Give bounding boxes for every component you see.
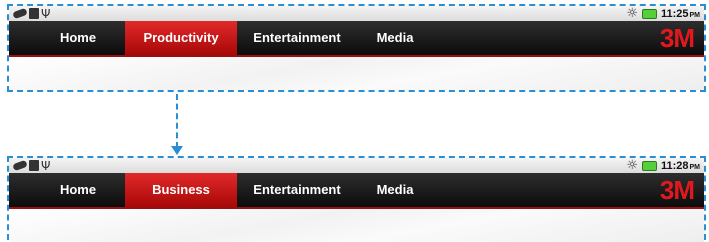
clock-ampm: PM: [689, 11, 701, 19]
sd-card-icon: [29, 160, 39, 171]
usb-device-icon: [12, 159, 28, 172]
sd-card-icon: [29, 8, 39, 19]
nav-item-entertainment[interactable]: Entertainment: [245, 21, 349, 55]
clock-time: 11:25: [660, 7, 689, 20]
battery-icon: [641, 160, 657, 171]
clock-ampm: PM: [689, 163, 701, 171]
nav-item-media[interactable]: Media: [369, 173, 421, 207]
brightness-icon: ☼: [626, 158, 638, 173]
clock: 11:25PM: [661, 8, 700, 20]
clock-time: 11:28: [660, 159, 689, 172]
screen-before: Ψ ☼ 11:25PM Home Productivity Entertainm…: [7, 4, 706, 92]
screen-after: Ψ ☼ 11:28PM Home Business Entertainment …: [7, 156, 706, 242]
nav-item-home[interactable]: Home: [39, 173, 117, 207]
status-bar: Ψ ☼ 11:28PM: [9, 158, 704, 173]
nav-item-business[interactable]: Business: [125, 173, 237, 207]
usb-device-icon: [12, 7, 28, 20]
nav-item-entertainment[interactable]: Entertainment: [245, 173, 349, 207]
status-bar: Ψ ☼ 11:25PM: [9, 6, 704, 21]
usb-icon: Ψ: [41, 6, 51, 21]
nav-bar: Home Productivity Entertainment Media 3M: [9, 21, 704, 55]
content-background: [9, 209, 704, 242]
arrow-down-icon: [171, 146, 183, 155]
content-background: [9, 57, 704, 90]
nav-item-media[interactable]: Media: [369, 21, 421, 55]
brightness-icon: ☼: [626, 6, 638, 21]
3m-logo: 3M: [659, 175, 695, 205]
nav-bar: Home Business Entertainment Media 3M: [9, 173, 704, 207]
3m-logo: 3M: [659, 23, 695, 53]
battery-icon: [641, 8, 657, 19]
nav-item-home[interactable]: Home: [39, 21, 117, 55]
nav-item-productivity[interactable]: Productivity: [125, 21, 237, 55]
usb-icon: Ψ: [41, 158, 51, 173]
connector-line: [176, 94, 178, 148]
clock: 11:28PM: [661, 160, 700, 172]
